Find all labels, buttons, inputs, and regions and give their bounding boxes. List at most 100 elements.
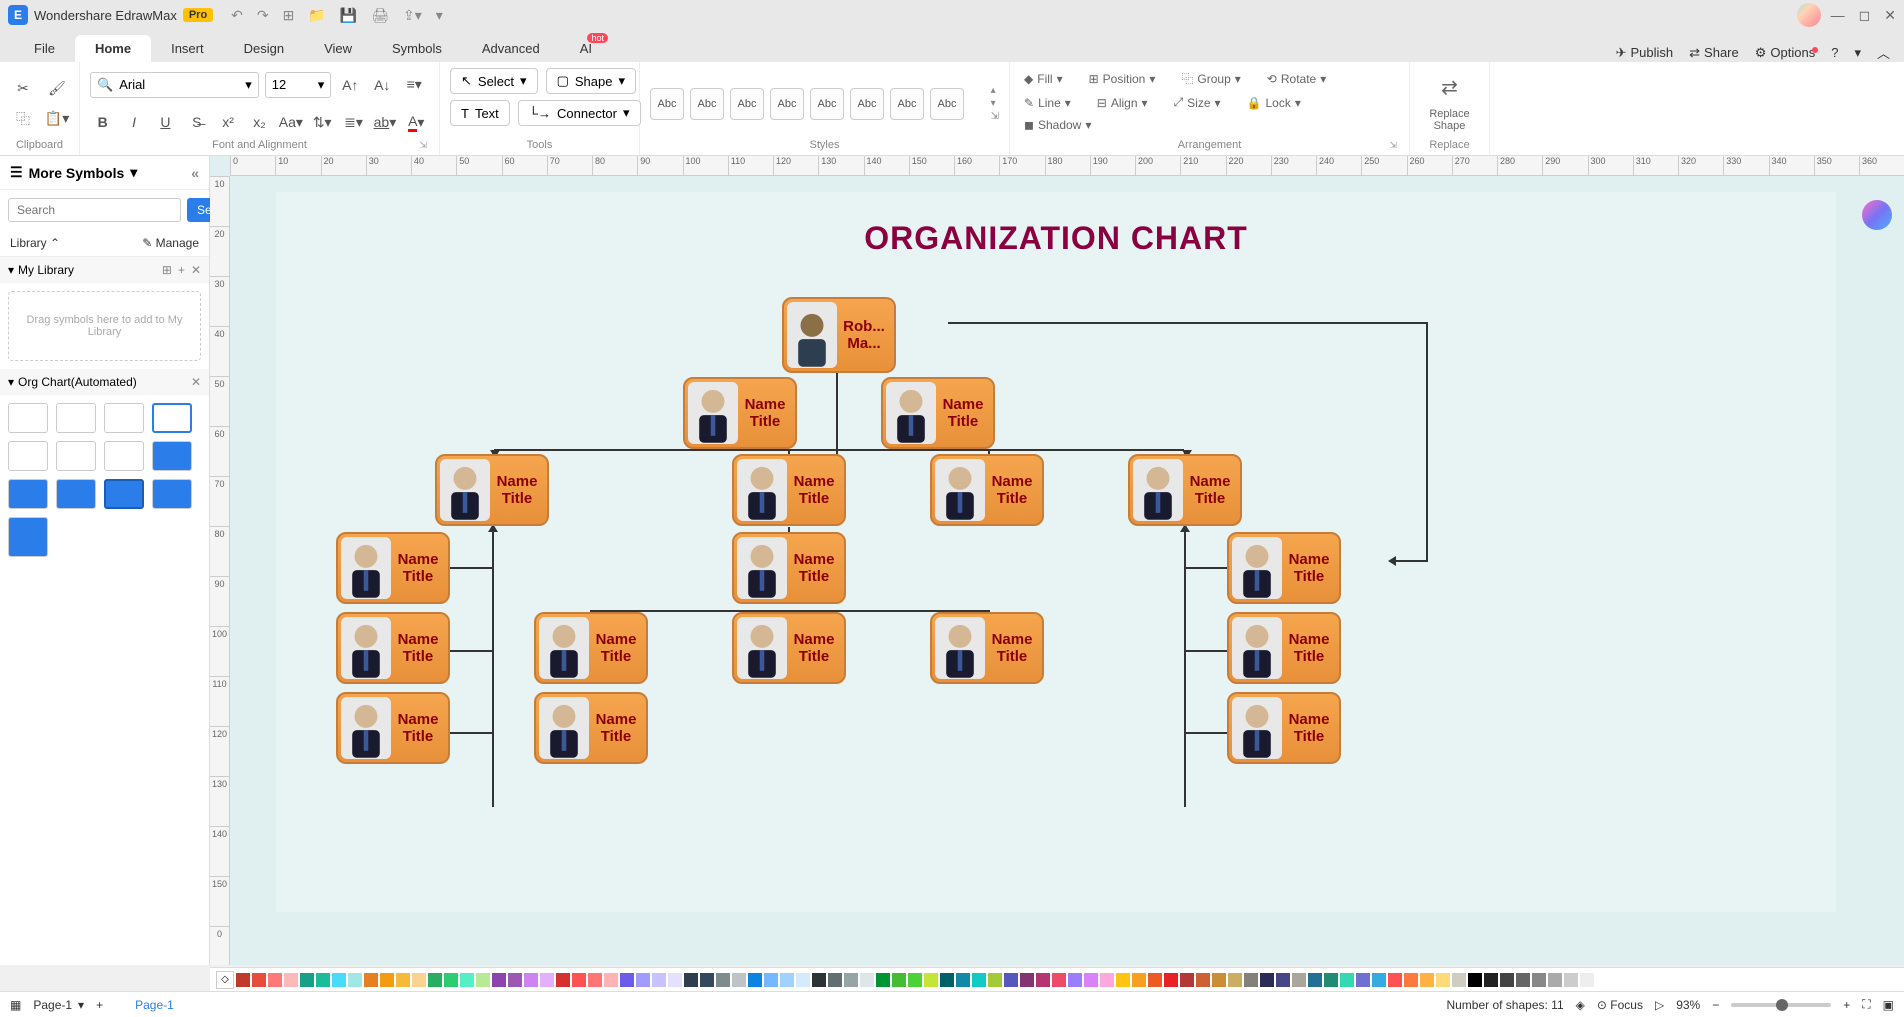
- mylib-close-icon[interactable]: ✕: [191, 263, 201, 277]
- add-page-icon[interactable]: +: [96, 998, 103, 1012]
- color-swatch[interactable]: [1500, 973, 1514, 987]
- color-swatch[interactable]: [412, 973, 426, 987]
- color-swatch[interactable]: [1580, 973, 1594, 987]
- collapse-ribbon-icon[interactable]: ︿: [1877, 43, 1890, 62]
- options-button[interactable]: ⚙ Options: [1755, 45, 1815, 61]
- lock-button[interactable]: 🔒 Lock▾: [1243, 93, 1305, 112]
- cut-icon[interactable]: ✂: [10, 76, 36, 102]
- color-swatch[interactable]: [1228, 973, 1242, 987]
- color-swatch[interactable]: [1004, 973, 1018, 987]
- ai-assistant-icon[interactable]: [1862, 200, 1892, 230]
- org-node[interactable]: NameTitle: [881, 377, 995, 449]
- text-tool[interactable]: T Text: [450, 100, 510, 126]
- shape-thumb[interactable]: [152, 441, 192, 471]
- org-node[interactable]: NameTitle: [732, 454, 846, 526]
- color-swatch[interactable]: [556, 973, 570, 987]
- shape-thumb[interactable]: [8, 441, 48, 471]
- color-swatch[interactable]: [876, 973, 890, 987]
- dropdown-icon[interactable]: ▾: [1854, 45, 1861, 61]
- shape-thumb[interactable]: [56, 479, 96, 509]
- shape-thumb[interactable]: [8, 403, 48, 433]
- menu-symbols[interactable]: Symbols: [372, 35, 462, 62]
- minimize-icon[interactable]: —: [1831, 7, 1845, 23]
- color-swatch[interactable]: [1548, 973, 1562, 987]
- color-swatch[interactable]: [1372, 973, 1386, 987]
- size-button[interactable]: ⤢ Size▾: [1170, 93, 1225, 112]
- color-swatch[interactable]: [1340, 973, 1354, 987]
- color-swatch[interactable]: [668, 973, 682, 987]
- shape-thumb[interactable]: [8, 479, 48, 509]
- superscript-icon[interactable]: x²: [215, 109, 240, 135]
- color-swatch[interactable]: [604, 973, 618, 987]
- color-swatch[interactable]: [1356, 973, 1370, 987]
- color-swatch[interactable]: [1308, 973, 1322, 987]
- color-swatch[interactable]: [1260, 973, 1274, 987]
- zoom-level[interactable]: 93%: [1676, 998, 1700, 1012]
- increase-font-icon[interactable]: A↑: [337, 72, 363, 98]
- replace-shape-icon[interactable]: ⇄: [1441, 75, 1458, 100]
- decrease-font-icon[interactable]: A↓: [369, 72, 395, 98]
- color-swatch[interactable]: [1148, 973, 1162, 987]
- color-swatch[interactable]: [588, 973, 602, 987]
- mylibrary-dropzone[interactable]: Drag symbols here to add to My Library: [8, 291, 201, 361]
- color-swatch[interactable]: [844, 973, 858, 987]
- color-swatch[interactable]: [1052, 973, 1066, 987]
- more-symbols-header[interactable]: ☰ More Symbols▾ «: [0, 156, 209, 190]
- color-swatch[interactable]: [236, 973, 250, 987]
- menu-view[interactable]: View: [304, 35, 372, 62]
- color-swatch[interactable]: [1564, 973, 1578, 987]
- color-swatch[interactable]: [492, 973, 506, 987]
- color-swatch[interactable]: [1068, 973, 1082, 987]
- undo-icon[interactable]: ↶: [231, 7, 243, 24]
- org-node[interactable]: NameTitle: [1227, 692, 1341, 764]
- copy-icon[interactable]: ⿻: [10, 106, 36, 132]
- color-swatch[interactable]: [1100, 973, 1114, 987]
- org-node[interactable]: NameTitle: [435, 454, 549, 526]
- library-dropdown[interactable]: Library ⌃: [10, 236, 60, 250]
- styles-up-icon[interactable]: ▴: [991, 85, 999, 96]
- strike-icon[interactable]: S̶: [184, 109, 209, 135]
- subscript-icon[interactable]: x₂: [247, 109, 272, 135]
- focus-button[interactable]: ⊙ Focus: [1597, 998, 1643, 1012]
- line-spacing-icon[interactable]: ⇅▾: [310, 109, 335, 135]
- new-icon[interactable]: ⊞: [283, 7, 295, 24]
- color-swatch[interactable]: [364, 973, 378, 987]
- zoom-in-icon[interactable]: +: [1843, 998, 1850, 1012]
- font-color-icon[interactable]: A▾: [404, 109, 429, 135]
- font-family-select[interactable]: 🔍 Arial ▾: [90, 72, 259, 98]
- color-swatch[interactable]: [780, 973, 794, 987]
- color-swatch[interactable]: [1116, 973, 1130, 987]
- publish-button[interactable]: ✈ Publish: [1616, 45, 1674, 61]
- color-swatch[interactable]: [396, 973, 410, 987]
- org-node[interactable]: NameTitle: [1128, 454, 1242, 526]
- color-swatch[interactable]: [1084, 973, 1098, 987]
- highlight-icon[interactable]: ab▾: [372, 109, 397, 135]
- color-swatch[interactable]: [1132, 973, 1146, 987]
- color-swatch[interactable]: [348, 973, 362, 987]
- color-swatch[interactable]: [1180, 973, 1194, 987]
- rotate-button[interactable]: ⟲ Rotate▾: [1263, 68, 1330, 89]
- color-swatch[interactable]: [860, 973, 874, 987]
- org-node[interactable]: NameTitle: [732, 532, 846, 604]
- color-swatch[interactable]: [1484, 973, 1498, 987]
- align-icon[interactable]: ≡▾: [401, 72, 427, 98]
- menu-home[interactable]: Home: [75, 35, 151, 62]
- color-swatch[interactable]: [540, 973, 554, 987]
- manage-button[interactable]: ✎ Manage: [142, 236, 199, 250]
- help-icon[interactable]: ?: [1831, 45, 1838, 60]
- color-swatch[interactable]: [652, 973, 666, 987]
- shape-thumb[interactable]: [104, 403, 144, 433]
- fullscreen-icon[interactable]: ▣: [1883, 998, 1894, 1012]
- org-node[interactable]: NameTitle: [1227, 612, 1341, 684]
- color-swatch[interactable]: [988, 973, 1002, 987]
- redo-icon[interactable]: ↷: [257, 7, 269, 24]
- style-preset[interactable]: Abc: [730, 88, 764, 120]
- shape-thumb[interactable]: [56, 403, 96, 433]
- position-button[interactable]: ⊞ Position▾: [1085, 68, 1160, 89]
- case-icon[interactable]: Aa▾: [278, 109, 303, 135]
- color-swatch[interactable]: [1452, 973, 1466, 987]
- color-swatch[interactable]: [956, 973, 970, 987]
- color-swatch[interactable]: [1388, 973, 1402, 987]
- color-swatch[interactable]: [732, 973, 746, 987]
- shape-thumb[interactable]: [104, 441, 144, 471]
